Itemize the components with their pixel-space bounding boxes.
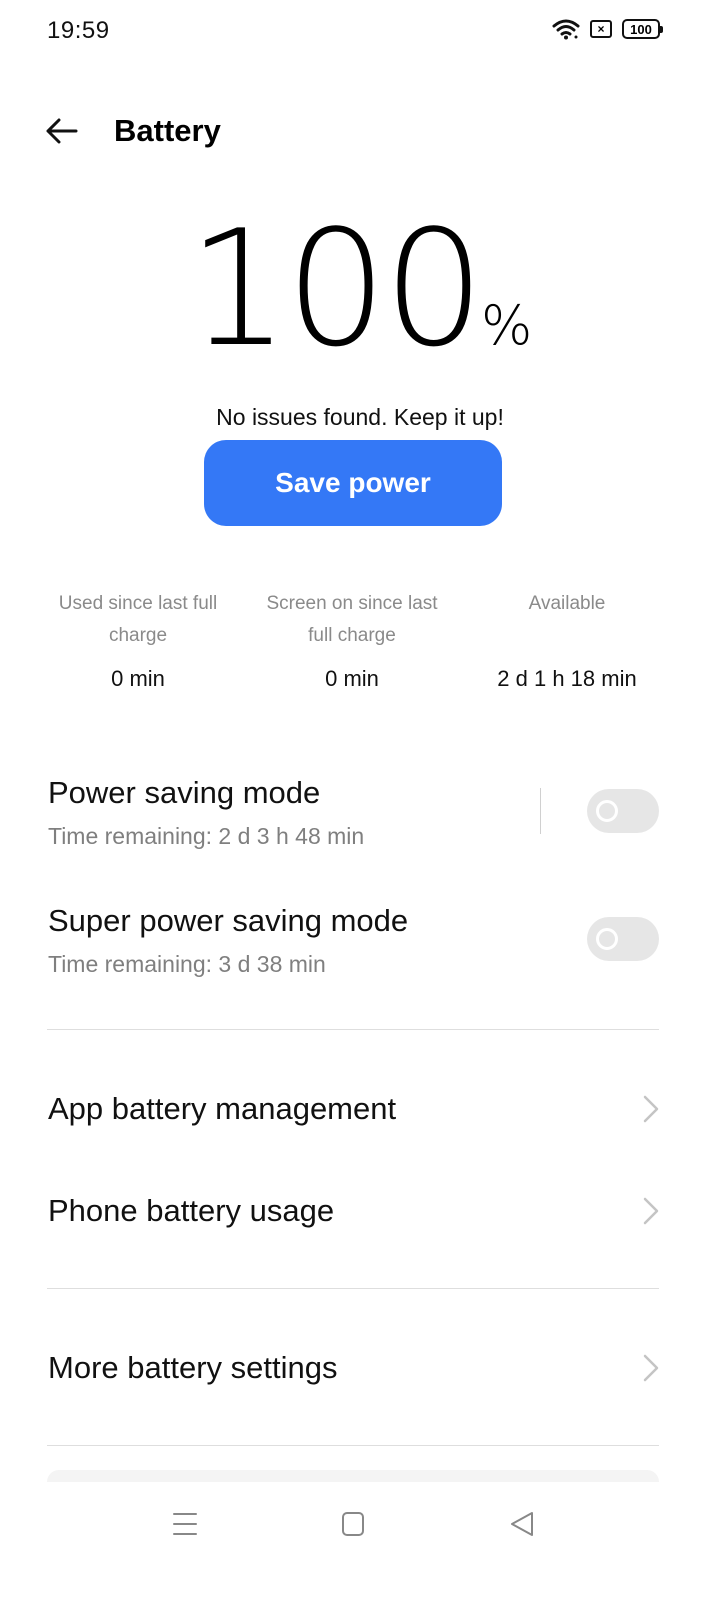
home-icon[interactable] (340, 1510, 366, 1538)
no-sim-icon: × (590, 20, 612, 38)
super-power-saving-mode-subtitle: Time remaining: 3 d 38 min (48, 951, 326, 977)
status-time: 19:59 (47, 17, 110, 44)
stat-value: 0 min (325, 666, 379, 691)
app-battery-management-item[interactable]: App battery management (48, 1091, 396, 1127)
status-icons: × 100 (552, 18, 663, 40)
phone-battery-usage-item[interactable]: Phone battery usage (48, 1193, 334, 1229)
page-title: Battery (114, 113, 221, 148)
stat-used-since-charge: Used since last full charge 0 min (38, 588, 238, 692)
super-power-saving-mode-toggle[interactable] (587, 917, 659, 961)
card-edge (47, 1470, 659, 1482)
stat-label: Available (528, 593, 606, 614)
power-saving-mode-toggle[interactable] (587, 789, 659, 833)
chevron-right-icon (643, 1354, 659, 1382)
stat-available: Available 2 d 1 h 18 min (467, 588, 667, 692)
toggle-knob (596, 928, 618, 950)
stat-label: Used since last full charge (58, 593, 218, 646)
super-power-saving-mode-title[interactable]: Super power saving mode (48, 903, 408, 939)
section-divider (47, 1029, 659, 1030)
more-battery-settings-item[interactable]: More battery settings (48, 1350, 337, 1386)
battery-percent: 100% (0, 195, 720, 382)
battery-icon: 100 (622, 19, 663, 39)
section-divider (47, 1445, 659, 1446)
power-saving-mode-title[interactable]: Power saving mode (48, 775, 320, 811)
power-saving-mode-subtitle: Time remaining: 2 d 3 h 48 min (48, 823, 365, 849)
wifi-icon (552, 19, 580, 40)
section-divider (47, 1288, 659, 1289)
battery-percent-value: 100 (187, 195, 485, 382)
percent-sign: % (481, 294, 533, 357)
menu-icon[interactable] (171, 1510, 199, 1538)
stat-value: 2 d 1 h 18 min (497, 666, 637, 691)
system-navigation-bar (0, 1482, 720, 1600)
back-triangle-icon[interactable] (508, 1510, 536, 1538)
divider (540, 788, 541, 834)
chevron-right-icon (643, 1095, 659, 1123)
stat-screen-on: Screen on since last full charge 0 min (252, 588, 452, 692)
save-power-button[interactable]: Save power (204, 440, 502, 526)
battery-status-message: No issues found. Keep it up! (216, 404, 504, 430)
stat-label: Screen on since last full charge (266, 593, 438, 646)
stat-value: 0 min (111, 666, 165, 691)
chevron-right-icon (643, 1197, 659, 1225)
back-arrow-icon[interactable] (44, 113, 80, 149)
toggle-knob (596, 800, 618, 822)
